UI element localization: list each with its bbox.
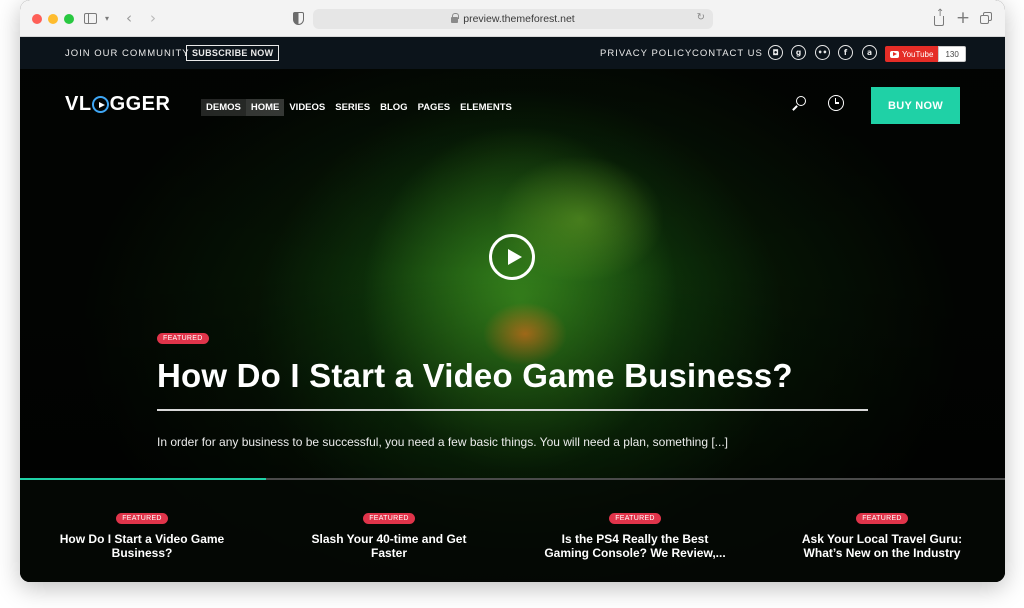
nav-item-demos[interactable]: DEMOS xyxy=(201,99,246,116)
nav-item-blog[interactable]: BLOG xyxy=(375,99,412,116)
hero-section: VL GGER DEMOS HOME VIDEOS SERIES BLOG PAG… xyxy=(20,69,1005,582)
chevron-down-icon[interactable]: ▾ xyxy=(103,9,111,27)
browser-window: ▾ ‹ › preview.themeforest.net ↻ ↑ + JOIN… xyxy=(20,0,1005,582)
back-arrow-icon[interactable]: ‹ xyxy=(123,9,135,27)
featured-badge[interactable]: FEATURED xyxy=(363,513,415,524)
slide-item[interactable]: FEATURED How Do I Start a Video Game Bus… xyxy=(32,507,252,560)
lock-icon xyxy=(451,13,460,23)
slide-title-line2[interactable]: Faster xyxy=(279,546,499,560)
sidebar-toggle-icon[interactable] xyxy=(83,9,97,27)
privacy-policy-link[interactable]: PRIVACY POLICY xyxy=(600,48,692,59)
address-bar[interactable]: preview.themeforest.net ↻ xyxy=(313,9,713,29)
minimize-window-button[interactable] xyxy=(48,14,58,24)
featured-badge[interactable]: FEATURED xyxy=(609,513,661,524)
youtube-label: YouTube xyxy=(902,49,934,59)
search-icon[interactable] xyxy=(792,96,808,112)
nav-item-home[interactable]: HOME xyxy=(245,99,285,116)
slide-title-line1[interactable]: How Do I Start a Video Game xyxy=(32,532,252,546)
top-bar: JOIN OUR COMMUNITY SUBSCRIBE NOW PRIVACY… xyxy=(20,37,1005,69)
tab-overview-icon[interactable] xyxy=(979,9,993,27)
hero-title[interactable]: How Do I Start a Video Game Business? xyxy=(157,357,877,395)
slide-title-line2[interactable]: Gaming Console? We Review,... xyxy=(525,546,745,560)
featured-badge[interactable]: FEATURED xyxy=(157,333,209,344)
logo-text-end: GGER xyxy=(109,93,171,115)
nav-item-series[interactable]: SERIES xyxy=(330,99,375,116)
logo-text-start: VL xyxy=(65,93,92,115)
join-community-link[interactable]: JOIN OUR COMMUNITY xyxy=(65,48,190,59)
logo-play-icon xyxy=(92,96,110,113)
share-icon[interactable]: ↑ xyxy=(933,8,945,27)
buy-now-button[interactable]: BUY NOW xyxy=(871,87,960,124)
featured-badge[interactable]: FEATURED xyxy=(856,513,908,524)
slide-title-line2[interactable]: What’s New on the Industry xyxy=(772,546,992,560)
instagram-icon[interactable]: ◘ xyxy=(768,45,783,60)
slide-item[interactable]: FEATURED Is the PS4 Really the Best Gami… xyxy=(525,507,745,560)
new-tab-icon[interactable]: + xyxy=(956,8,970,28)
slide-item[interactable]: FEATURED Slash Your 40-time and Get Fast… xyxy=(279,507,499,560)
main-nav: DEMOS HOME VIDEOS SERIES BLOG PAGES ELEM… xyxy=(201,99,517,116)
forward-arrow-icon[interactable]: › xyxy=(147,9,159,27)
close-window-button[interactable] xyxy=(32,14,42,24)
play-video-icon[interactable] xyxy=(489,234,535,280)
contact-us-link[interactable]: CONTACT US xyxy=(692,48,763,59)
flickr-icon[interactable]: •• xyxy=(815,45,830,60)
amazon-icon[interactable]: a xyxy=(862,45,877,60)
reload-icon[interactable]: ↻ xyxy=(697,12,705,23)
url-text: preview.themeforest.net xyxy=(463,13,575,25)
post-slider: FEATURED How Do I Start a Video Game Bus… xyxy=(20,480,1005,582)
slide-title-line2[interactable]: Business? xyxy=(32,546,252,560)
facebook-icon[interactable]: f xyxy=(838,45,853,60)
zoom-window-button[interactable] xyxy=(64,14,74,24)
web-page: JOIN OUR COMMUNITY SUBSCRIBE NOW PRIVACY… xyxy=(20,37,1005,582)
privacy-shield-icon[interactable] xyxy=(291,9,305,27)
slide-title-line1[interactable]: Slash Your 40-time and Get xyxy=(279,532,499,546)
nav-item-videos[interactable]: VIDEOS xyxy=(284,99,330,116)
youtube-subscribe-widget[interactable]: YouTube 130 xyxy=(885,46,966,62)
slide-title-line1[interactable]: Ask Your Local Travel Guru: xyxy=(772,532,992,546)
slide-item[interactable]: FEATURED Ask Your Local Travel Guru: Wha… xyxy=(772,507,992,560)
clock-icon[interactable] xyxy=(828,95,844,111)
slide-title-line1[interactable]: Is the PS4 Really the Best xyxy=(525,532,745,546)
youtube-icon xyxy=(890,50,899,58)
browser-toolbar: ▾ ‹ › preview.themeforest.net ↻ ↑ + xyxy=(20,0,1005,37)
nav-item-pages[interactable]: PAGES xyxy=(413,99,456,116)
featured-badge[interactable]: FEATURED xyxy=(116,513,168,524)
subscribe-button[interactable]: SUBSCRIBE NOW xyxy=(186,45,280,61)
site-logo[interactable]: VL GGER xyxy=(65,93,170,116)
nav-item-elements[interactable]: ELEMENTS xyxy=(455,99,517,116)
youtube-count: 130 xyxy=(938,46,966,62)
hero-excerpt: In order for any business to be successf… xyxy=(157,435,729,449)
hero-divider xyxy=(157,409,868,411)
google-plus-icon[interactable]: g xyxy=(791,45,806,60)
